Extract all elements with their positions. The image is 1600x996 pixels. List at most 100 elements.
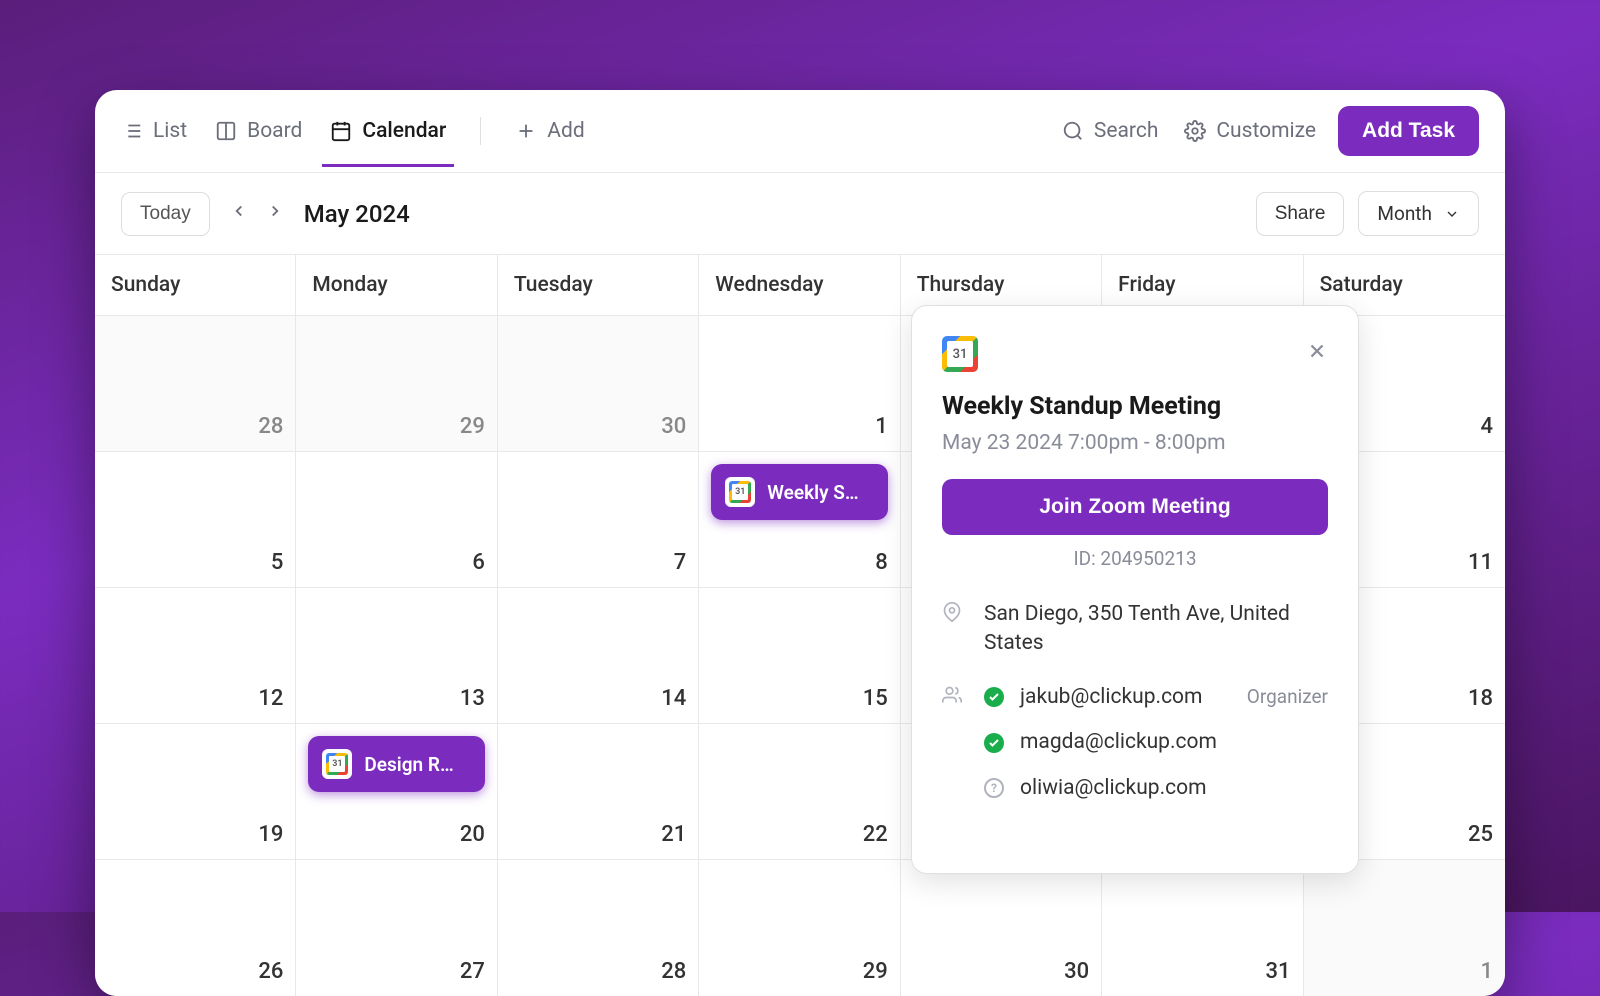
view-range-select[interactable]: Month: [1358, 191, 1479, 236]
google-calendar-icon: [725, 477, 755, 507]
app-window: List Board Calendar Add Search Customize: [95, 90, 1505, 996]
today-button[interactable]: Today: [121, 192, 210, 236]
close-popover-button[interactable]: [1306, 340, 1328, 368]
day-number: 13: [308, 686, 484, 711]
event-chip[interactable]: Weekly S…: [711, 464, 887, 520]
attendee-row: ? oliwia@clickup.com: [984, 774, 1328, 803]
close-icon: [1306, 340, 1328, 362]
chevron-right-icon: [266, 202, 284, 220]
attendee-row: magda@clickup.com: [984, 728, 1328, 757]
day-number: 28: [107, 414, 283, 439]
day-number: 21: [510, 822, 686, 847]
day-cell[interactable]: 13: [296, 588, 497, 723]
day-cell[interactable]: Weekly S… 8: [699, 452, 900, 587]
attendee-email: oliwia@clickup.com: [1020, 774, 1207, 803]
day-cell[interactable]: 12: [95, 588, 296, 723]
prev-month-button[interactable]: [230, 201, 248, 226]
location-pin-icon: [942, 602, 964, 659]
event-datetime: May 23 2024 7:00pm - 8:00pm: [942, 431, 1328, 455]
view-range-label: Month: [1377, 202, 1432, 225]
search-button[interactable]: Search: [1062, 119, 1159, 143]
list-icon: [121, 120, 143, 142]
day-number: 30: [913, 959, 1089, 984]
add-view-label: Add: [547, 119, 584, 143]
board-icon: [215, 120, 237, 142]
event-chip[interactable]: Design R…: [308, 736, 484, 792]
tab-list[interactable]: List: [121, 111, 187, 151]
day-number: 29: [308, 414, 484, 439]
day-cell[interactable]: 5: [95, 452, 296, 587]
customize-label: Customize: [1216, 119, 1316, 143]
divider: [480, 117, 481, 145]
google-calendar-icon: [322, 749, 352, 779]
day-cell[interactable]: 1: [699, 316, 900, 451]
day-number: 6: [308, 550, 484, 575]
tab-calendar[interactable]: Calendar: [330, 111, 446, 151]
google-calendar-icon: [942, 336, 978, 372]
day-number: 29: [711, 959, 887, 984]
attendees-list: jakub@clickup.comOrganizermagda@clickup.…: [984, 683, 1328, 819]
plus-icon: [515, 120, 537, 142]
add-task-button[interactable]: Add Task: [1338, 106, 1479, 156]
day-cell[interactable]: 1: [1304, 860, 1505, 996]
tab-board[interactable]: Board: [215, 111, 302, 151]
day-header: Tuesday: [498, 255, 699, 315]
tab-list-label: List: [153, 119, 187, 143]
event-chip-label: Design R…: [364, 753, 453, 776]
day-number: 7: [510, 550, 686, 575]
day-cell[interactable]: 29: [296, 316, 497, 451]
chevron-left-icon: [230, 202, 248, 220]
day-cell[interactable]: 21: [498, 724, 699, 859]
attendee-email: jakub@clickup.com: [1020, 683, 1202, 712]
day-number: 26: [107, 959, 283, 984]
status-unknown-icon: ?: [984, 778, 1004, 798]
people-icon: [942, 685, 964, 819]
month-title: May 2024: [304, 200, 410, 228]
week-row: 26 27 28 29 30 31 1: [95, 860, 1505, 996]
day-cell[interactable]: 27: [296, 860, 497, 996]
chevron-down-icon: [1444, 206, 1460, 222]
day-number: 19: [107, 822, 283, 847]
day-cell[interactable]: 28: [498, 860, 699, 996]
share-button[interactable]: Share: [1256, 192, 1345, 236]
day-number: 22: [711, 822, 887, 847]
tab-calendar-label: Calendar: [362, 119, 446, 143]
search-label: Search: [1094, 119, 1159, 143]
day-cell[interactable]: 6: [296, 452, 497, 587]
calendar-icon: [330, 120, 352, 142]
day-cell[interactable]: 30: [498, 316, 699, 451]
day-cell[interactable]: 29: [699, 860, 900, 996]
day-header: Monday: [296, 255, 497, 315]
event-title: Weekly Standup Meeting: [942, 392, 1328, 421]
day-cell[interactable]: 22: [699, 724, 900, 859]
day-cell[interactable]: Design R… 20: [296, 724, 497, 859]
day-cell[interactable]: 19: [95, 724, 296, 859]
day-header: Sunday: [95, 255, 296, 315]
next-month-button[interactable]: [266, 201, 284, 226]
day-cell[interactable]: 31: [1102, 860, 1303, 996]
join-zoom-button[interactable]: Join Zoom Meeting: [942, 479, 1328, 535]
day-number: 8: [711, 550, 887, 575]
day-number: 27: [308, 959, 484, 984]
month-nav: [230, 201, 284, 226]
toolbar: List Board Calendar Add Search Customize: [95, 90, 1505, 173]
day-number: 14: [510, 686, 686, 711]
day-cell[interactable]: 15: [699, 588, 900, 723]
add-view-button[interactable]: Add: [515, 111, 584, 151]
day-cell[interactable]: 30: [901, 860, 1102, 996]
calendar-subbar: Today May 2024 Share Month: [95, 173, 1505, 255]
day-cell[interactable]: 7: [498, 452, 699, 587]
day-number: 15: [711, 686, 887, 711]
day-cell[interactable]: 28: [95, 316, 296, 451]
day-number: 12: [107, 686, 283, 711]
day-cell[interactable]: 26: [95, 860, 296, 996]
search-icon: [1062, 120, 1084, 142]
tab-board-label: Board: [247, 119, 302, 143]
event-chip-label: Weekly S…: [767, 481, 858, 504]
event-popover: Weekly Standup Meeting May 23 2024 7:00p…: [911, 305, 1359, 874]
day-number: 1: [1316, 959, 1493, 984]
status-accepted-icon: [984, 733, 1004, 753]
day-cell[interactable]: 14: [498, 588, 699, 723]
customize-button[interactable]: Customize: [1184, 119, 1316, 143]
day-number: 20: [308, 822, 484, 847]
